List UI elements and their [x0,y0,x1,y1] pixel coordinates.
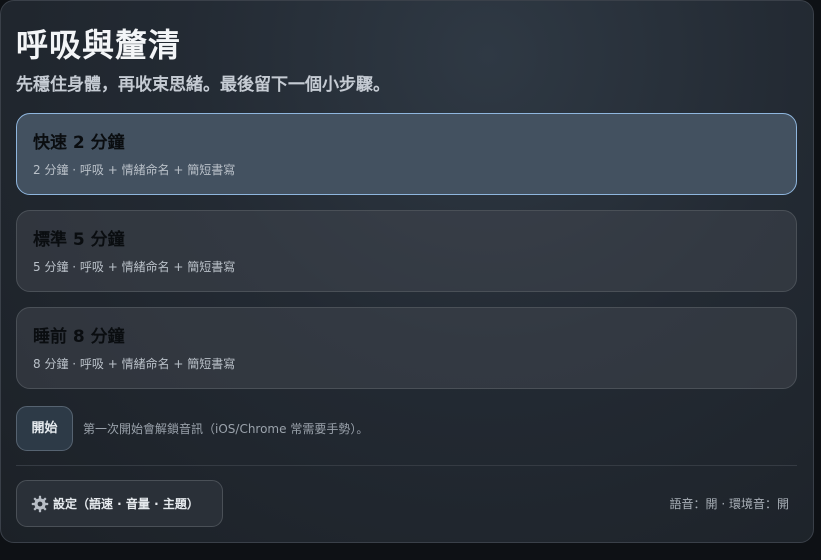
option-card-bedtime[interactable]: 睡前 8 分鐘 8 分鐘 · 呼吸 + 情緒命名 + 簡短書寫 [16,307,797,389]
divider [16,465,797,466]
audio-status: 語音：開 · 環境音：開 [669,497,789,511]
settings-button[interactable]: 設定（語速 · 音量 · 主題） [16,480,223,527]
page-subtitle: 先穩住身體，再收束思緒。最後留下一個小步驟。 [16,75,390,95]
option-title: 睡前 8 分鐘 [33,327,125,347]
start-button[interactable]: 開始 [16,406,73,451]
option-title: 標準 5 分鐘 [33,230,125,250]
option-description: 2 分鐘 · 呼吸 + 情緒命名 + 簡短書寫 [33,163,236,177]
option-card-quick[interactable]: 快速 2 分鐘 2 分鐘 · 呼吸 + 情緒命名 + 簡短書寫 [16,113,797,195]
start-hint: 第一次開始會解鎖音訊（iOS/Chrome 常需要手勢）。 [83,422,369,436]
option-title: 快速 2 分鐘 [33,133,125,153]
option-description: 8 分鐘 · 呼吸 + 情緒命名 + 簡短書寫 [33,357,236,371]
option-description: 5 分鐘 · 呼吸 + 情緒命名 + 簡短書寫 [33,260,236,274]
settings-label: 設定（語速 · 音量 · 主題） [53,497,199,511]
main-panel: 呼吸與釐清 先穩住身體，再收束思緒。最後留下一個小步驟。 快速 2 分鐘 2 分… [0,0,814,543]
page-title: 呼吸與釐清 [16,26,182,64]
option-card-standard[interactable]: 標準 5 分鐘 5 分鐘 · 呼吸 + 情緒命名 + 簡短書寫 [16,210,797,292]
gear-icon [31,495,49,513]
